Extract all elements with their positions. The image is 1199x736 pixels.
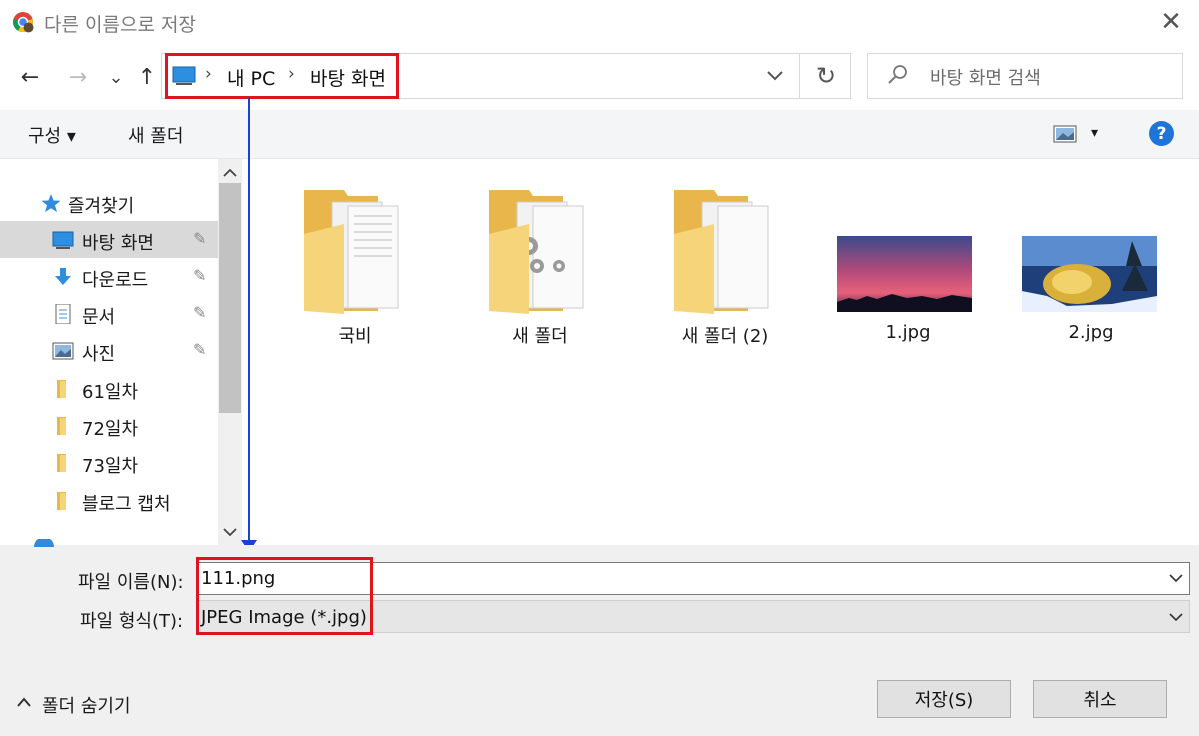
pin-icon: ✎	[193, 266, 207, 285]
search-placeholder: 바탕 화면 검색	[930, 68, 1041, 89]
refresh-button[interactable]: ↻	[799, 53, 852, 99]
highlight-box-address	[165, 53, 399, 99]
sidebar-item-folder-blog[interactable]: 블로그 캡처	[0, 482, 218, 519]
pin-icon: ✎	[193, 303, 207, 322]
scrollbar-thumb[interactable]	[219, 183, 241, 413]
new-folder-button[interactable]: 새 폴더	[128, 122, 183, 148]
folder-icon	[57, 454, 66, 472]
network-icon	[34, 539, 54, 547]
quick-access-label[interactable]: 즐겨찾기	[68, 192, 134, 218]
pin-icon: ✎	[193, 229, 207, 248]
folder-icon	[57, 417, 66, 435]
file-name: 2.jpg	[1068, 322, 1114, 343]
filetype-label: 파일 형식(T):	[80, 611, 184, 632]
filename-label: 파일 이름(N):	[78, 572, 184, 593]
sidebar-item-folder-73[interactable]: 73일차	[0, 444, 218, 481]
file-name: 1.jpg	[885, 322, 931, 343]
window-title: 다른 이름으로 저장	[44, 14, 196, 36]
sidebar-item-label: 다운로드	[82, 270, 149, 291]
pictures-icon	[52, 342, 74, 360]
file-item-2jpg[interactable]: 2.jpg	[1016, 186, 1166, 346]
pin-icon: ✎	[193, 340, 207, 359]
sidebar-item-label: 사진	[82, 344, 116, 365]
document-icon	[55, 304, 71, 324]
view-options-icon[interactable]	[1053, 125, 1077, 143]
up-button[interactable]: ↑	[131, 60, 163, 94]
star-icon	[41, 194, 61, 212]
file-name: 새 폴더 (2)	[681, 326, 769, 347]
file-name: 새 폴더	[512, 326, 568, 347]
file-item-gukbi[interactable]: 국비	[280, 186, 430, 347]
scroll-up-button[interactable]	[218, 161, 242, 183]
scroll-down-button[interactable]	[218, 521, 242, 543]
chrome-app-icon	[13, 12, 34, 33]
back-button[interactable]: ←	[14, 60, 46, 94]
hide-folders-button[interactable]: 폴더 숨기기	[42, 692, 131, 718]
sidebar-item-folder-72[interactable]: 72일차	[0, 407, 218, 444]
chevron-down-icon	[767, 71, 783, 81]
save-button[interactable]: 저장(S)	[877, 680, 1011, 718]
sidebar-item-label: 73일차	[82, 456, 139, 477]
folder-settings-icon	[489, 190, 584, 314]
cancel-button[interactable]: 취소	[1033, 680, 1167, 718]
sidebar-item-downloads[interactable]: 다운로드 ✎	[0, 258, 218, 295]
sunset-image-thumbnail	[837, 236, 972, 312]
close-button[interactable]: ✕	[1150, 4, 1192, 40]
organize-button[interactable]: 구성 ▾	[28, 122, 76, 148]
folder-icon	[674, 190, 769, 314]
sidebar-item-label: 문서	[82, 307, 116, 328]
chevron-down-icon	[223, 527, 237, 536]
file-item-new-folder[interactable]: 새 폴더	[465, 186, 615, 347]
chevron-up-icon[interactable]	[16, 696, 32, 708]
sidebar-item-label: 블로그 캡처	[82, 494, 171, 515]
sidebar-item-folder-61[interactable]: 61일차	[0, 370, 218, 407]
folder-icon	[57, 380, 66, 398]
recent-locations-button[interactable]: ⌄	[100, 60, 132, 94]
chevron-up-icon	[223, 168, 237, 177]
folder-documents-icon	[304, 190, 399, 314]
sidebar-item-label: 61일차	[82, 382, 139, 403]
sidebar-item-pictures[interactable]: 사진 ✎	[0, 332, 218, 369]
chevron-down-icon[interactable]	[1169, 612, 1183, 622]
address-dropdown-button[interactable]	[752, 53, 798, 99]
help-button[interactable]: ?	[1149, 121, 1174, 146]
annotation-arrow	[241, 98, 257, 552]
snow-image-thumbnail	[1022, 236, 1157, 312]
sidebar-item-label: 72일차	[82, 419, 139, 440]
download-icon	[55, 268, 71, 285]
chevron-down-icon[interactable]	[1169, 573, 1183, 583]
forward-button[interactable]: →	[62, 60, 94, 94]
file-name: 국비	[338, 326, 372, 347]
file-item-1jpg[interactable]: 1.jpg	[833, 186, 983, 346]
highlight-box-form	[196, 557, 373, 635]
sidebar-item-label: 바탕 화면	[82, 233, 154, 254]
desktop-icon	[52, 231, 74, 249]
sidebar-item-documents[interactable]: 문서 ✎	[0, 295, 218, 332]
search-icon	[888, 65, 907, 84]
folder-icon	[57, 492, 66, 510]
file-item-new-folder-2[interactable]: 새 폴더 (2)	[650, 186, 800, 347]
view-dropdown-button[interactable]: ▾	[1091, 125, 1098, 141]
sidebar-item-desktop[interactable]: 바탕 화면 ✎	[0, 221, 218, 258]
